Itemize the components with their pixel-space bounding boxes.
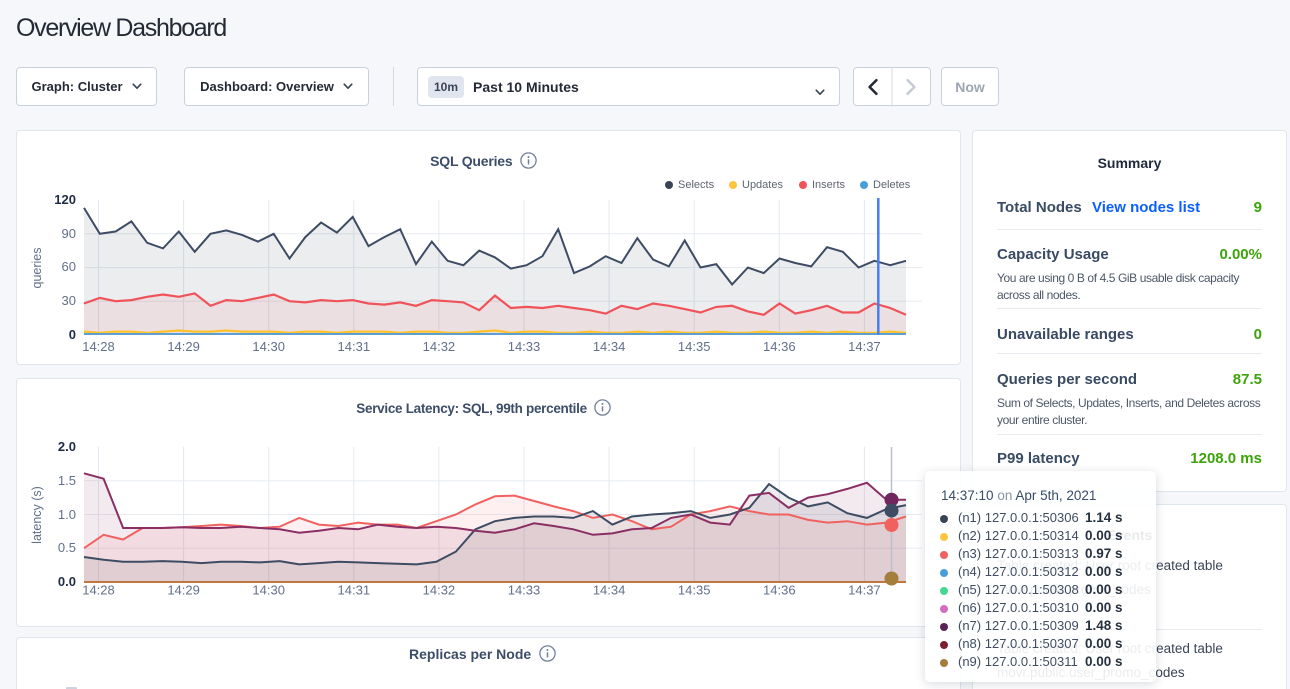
svg-text:latency (s): latency (s) <box>30 486 44 544</box>
svg-text:14:32: 14:32 <box>423 339 456 354</box>
svg-text:14:31: 14:31 <box>338 339 371 354</box>
svg-text:14:34: 14:34 <box>593 583 626 598</box>
svg-text:1.0: 1.0 <box>58 507 76 522</box>
svg-text:0.5: 0.5 <box>58 540 76 555</box>
svg-text:14:31: 14:31 <box>338 583 371 598</box>
svg-text:0.0: 0.0 <box>58 574 76 589</box>
svg-text:14:29: 14:29 <box>167 339 200 354</box>
svg-text:14:32: 14:32 <box>423 583 456 598</box>
svg-text:14:37: 14:37 <box>848 339 881 354</box>
svg-text:14:33: 14:33 <box>508 339 541 354</box>
svg-text:14:28: 14:28 <box>82 339 115 354</box>
svg-text:14:33: 14:33 <box>508 583 541 598</box>
svg-text:14:28: 14:28 <box>82 583 115 598</box>
svg-text:14:35: 14:35 <box>678 339 711 354</box>
svg-text:queries: queries <box>30 248 44 289</box>
svg-text:14:36: 14:36 <box>763 583 796 598</box>
svg-text:14:34: 14:34 <box>593 339 626 354</box>
svg-text:14:29: 14:29 <box>167 583 200 598</box>
svg-text:14:37: 14:37 <box>848 583 881 598</box>
svg-text:90: 90 <box>62 226 76 241</box>
svg-text:14:36: 14:36 <box>763 339 796 354</box>
svg-text:14:30: 14:30 <box>252 583 285 598</box>
svg-text:1.5: 1.5 <box>58 473 76 488</box>
svg-text:60: 60 <box>62 259 76 274</box>
svg-text:30: 30 <box>62 293 76 308</box>
svg-text:14:30: 14:30 <box>252 339 285 354</box>
svg-text:0: 0 <box>69 327 76 342</box>
svg-text:14:35: 14:35 <box>678 583 711 598</box>
svg-text:2.0: 2.0 <box>58 439 76 454</box>
svg-text:120: 120 <box>54 192 76 207</box>
